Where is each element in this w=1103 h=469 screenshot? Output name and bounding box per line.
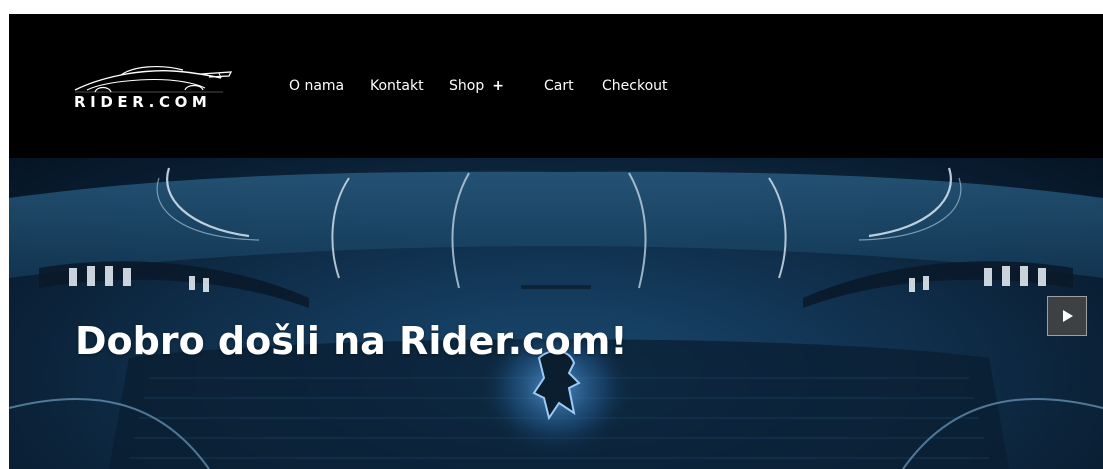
nav-item-shop-label: Shop [449,78,485,94]
submenu-plus-icon[interactable]: + [492,78,504,94]
play-triangle-icon [1063,310,1073,322]
hero-car-image [9,167,1103,469]
page: RIDER.COM O nama Kontakt Shop + Cart Chec… [0,0,1103,469]
nav-item-kontakt[interactable]: Kontakt [370,78,424,94]
site-header: RIDER.COM O nama Kontakt Shop + Cart Chec… [9,14,1103,158]
top-margin [0,0,1103,14]
nav-item-cart[interactable]: Cart [544,78,574,94]
left-margin [0,14,9,469]
hero-title: Dobro došli na Rider.com! [75,319,628,364]
sports-car-icon [74,66,233,93]
logo-wordmark: RIDER.COM [74,93,212,111]
slider-next-button[interactable] [1047,296,1087,336]
hero-slider: Dobro došli na Rider.com! [9,158,1103,469]
nav-item-o-nama[interactable]: O nama [289,78,344,94]
nav-item-shop[interactable]: Shop + [449,78,504,94]
site-logo[interactable]: RIDER.COM [73,62,233,122]
nav-item-checkout[interactable]: Checkout [602,78,668,94]
